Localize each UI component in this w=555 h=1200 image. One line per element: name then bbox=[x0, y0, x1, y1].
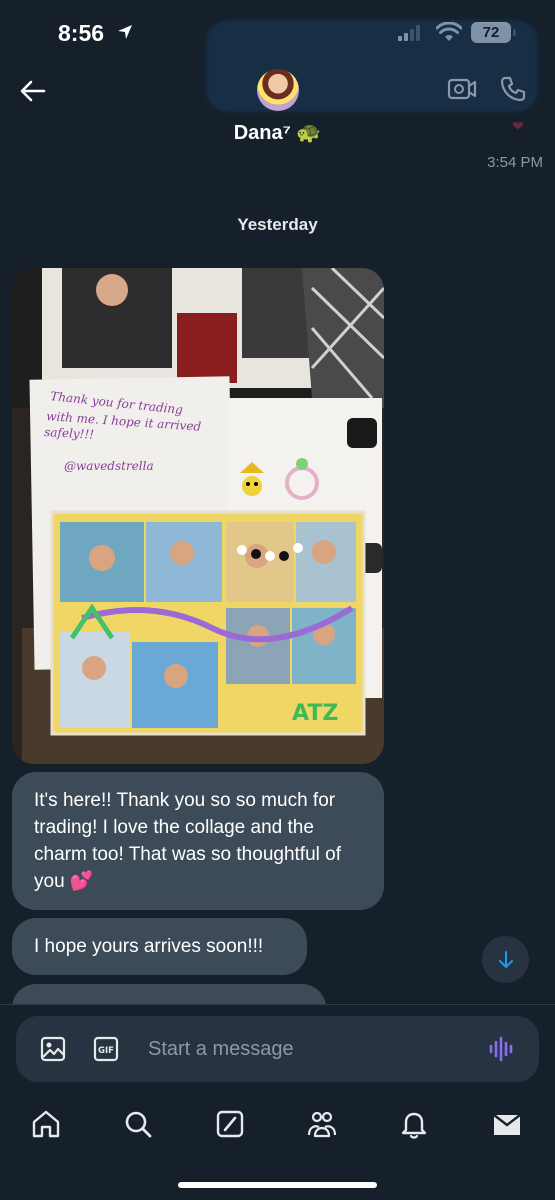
bell-icon[interactable] bbox=[398, 1108, 430, 1140]
message-text: It's here!! Thank you so so much for tra… bbox=[34, 790, 341, 892]
video-call-icon[interactable] bbox=[447, 76, 477, 107]
home-icon[interactable] bbox=[30, 1108, 62, 1140]
photo-note-line-3: safely!!! bbox=[44, 425, 95, 442]
day-separator: Yesterday bbox=[237, 215, 318, 234]
communities-icon[interactable] bbox=[306, 1108, 338, 1140]
scroll-to-bottom-button[interactable] bbox=[482, 936, 529, 983]
message-bubble[interactable]: It's here!! Thank you so so much for tra… bbox=[12, 772, 384, 910]
contact-name[interactable]: Dana⁷ 🐢 bbox=[0, 120, 555, 145]
message-input[interactable] bbox=[148, 1034, 448, 1064]
avatar[interactable] bbox=[257, 69, 299, 111]
message-bubble[interactable]: I hope yours arrives soon!!! bbox=[12, 918, 307, 975]
phone-icon[interactable] bbox=[499, 75, 527, 108]
previous-message-time: 3:54 PM bbox=[487, 154, 543, 171]
image-icon[interactable] bbox=[40, 1036, 66, 1067]
arrow-down-icon bbox=[499, 951, 513, 968]
gif-icon[interactable]: GIF bbox=[93, 1036, 119, 1067]
photo-note-handle: @wavedstrella bbox=[64, 459, 154, 473]
svg-text:GIF: GIF bbox=[98, 1046, 114, 1056]
message-text: I hope yours arrives soon!!! bbox=[34, 936, 264, 957]
search-icon[interactable] bbox=[122, 1108, 154, 1140]
back-arrow-icon[interactable] bbox=[18, 76, 48, 106]
location-arrow-icon bbox=[116, 23, 134, 46]
status-time: 8:56 bbox=[58, 20, 105, 46]
photo-sticker-text: ATZ bbox=[292, 701, 338, 726]
voice-icon[interactable] bbox=[488, 1036, 516, 1067]
mail-icon[interactable] bbox=[491, 1108, 523, 1140]
photo-message[interactable]: Thank you for trading with me. I hope it… bbox=[12, 268, 384, 764]
previous-message-bubble bbox=[206, 20, 538, 112]
home-indicator bbox=[178, 1182, 377, 1188]
grok-icon[interactable] bbox=[214, 1108, 246, 1140]
